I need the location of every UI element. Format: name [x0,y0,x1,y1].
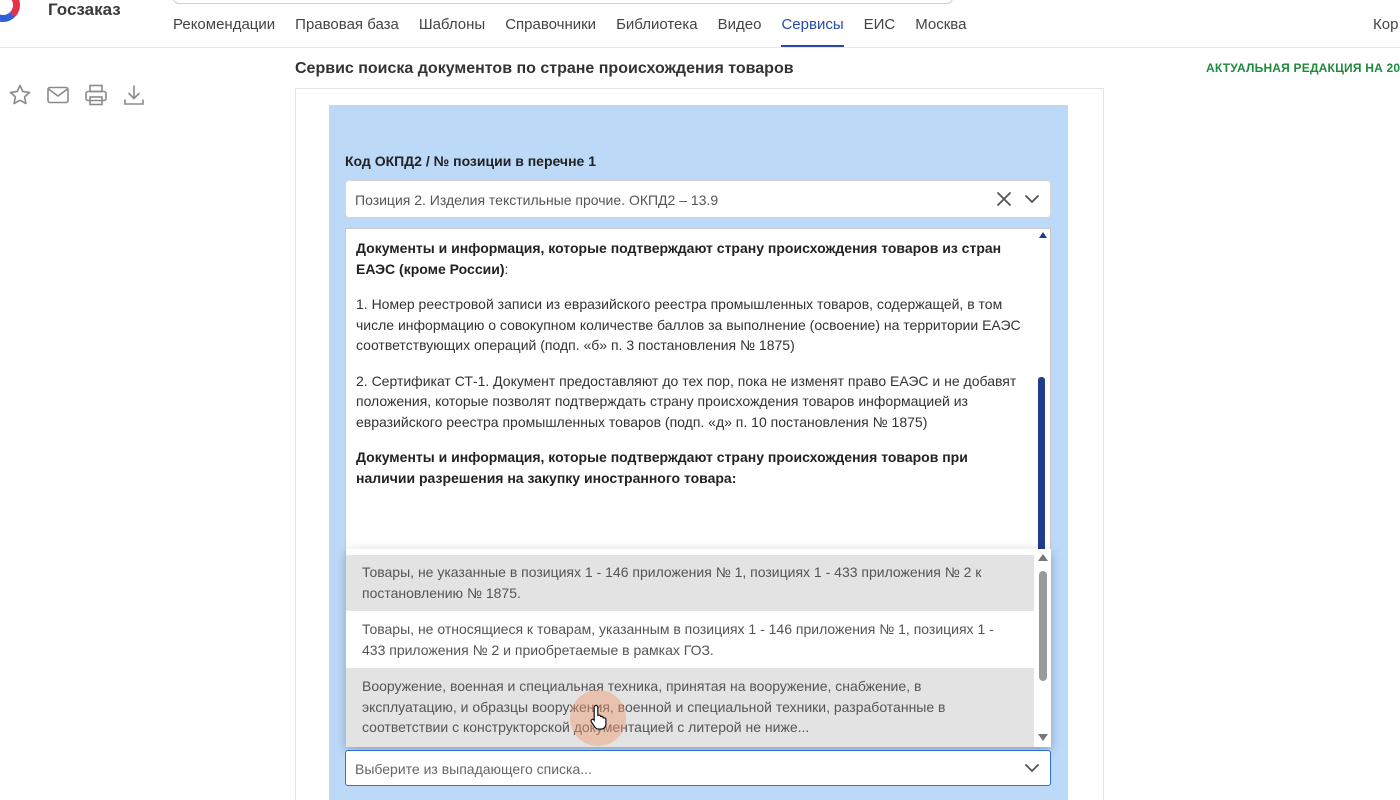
info-heading-foreign: Документы и информация, которые подтверж… [356,449,968,486]
category-select[interactable]: Выберите из выпадающего списка... [345,750,1051,786]
okpd2-select[interactable]: Позиция 2. Изделия текстильные прочие. О… [345,180,1051,218]
scroll-down-arrow-icon[interactable] [1038,734,1048,741]
nav-item-library[interactable]: Библиотека [616,16,698,47]
mail-icon[interactable] [46,83,70,107]
main-nav: Рекомендации Правовая база Шаблоны Справ… [173,16,966,47]
hand-pointer-icon [590,704,608,730]
scroll-up-arrow-icon[interactable] [1039,232,1047,238]
category-dropdown-list: Товары, не указанные в позициях 1 - 146 … [346,549,1051,747]
nav-item-templates[interactable]: Шаблоны [419,16,485,47]
info-item-1: 1. Номер реестровой записи из евразийско… [356,296,1021,353]
logo-text: Госзаказ [48,0,121,19]
dropdown-option[interactable]: Вооружение, военная и специальная техник… [346,668,1034,747]
info-heading-eaeu: Документы и информация, которые подтверж… [356,240,1002,277]
document-toolbar [8,83,146,107]
scroll-up-arrow-icon[interactable] [1038,554,1048,561]
info-heading-eaeu-colon: : [504,260,509,277]
nav-item-reference[interactable]: Справочники [505,16,596,47]
chevron-down-icon[interactable] [1022,758,1042,778]
nav-item-cut-off[interactable]: Кор [1373,16,1398,33]
documents-info-text: Документы и информация, которые подтверж… [356,238,1028,503]
info-scrollbar-thumb[interactable] [1038,377,1045,557]
download-icon[interactable] [122,83,146,107]
dropdown-scrollbar-thumb[interactable] [1039,571,1047,681]
clear-icon[interactable] [994,189,1014,209]
nav-item-services[interactable]: Сервисы [781,16,844,47]
okpd2-field-label: Код ОКПД2 / № позиции в перечне 1 [345,153,596,169]
category-select-placeholder: Выберите из выпадающего списка... [355,761,592,777]
nav-item-moscow[interactable]: Москва [915,16,966,47]
nav-item-video[interactable]: Видео [718,16,762,47]
logo-mark-icon [0,0,20,22]
dropdown-option[interactable]: Товары, не относящиеся к товарам, указан… [346,611,1034,668]
star-icon[interactable] [8,83,32,107]
chevron-down-icon[interactable] [1022,189,1042,209]
info-item-2: 2. Сертификат СТ-1. Документ предоставля… [356,372,1017,430]
page-title: Сервис поиска документов по стране проис… [295,60,794,77]
documents-info-box[interactable]: Документы и информация, которые подтверж… [345,228,1051,558]
okpd2-select-value: Позиция 2. Изделия текстильные прочие. О… [355,192,719,208]
edition-badge: АКТУАЛЬНАЯ РЕДАКЦИЯ НА 20 [1206,61,1400,75]
print-icon[interactable] [84,83,108,107]
nav-item-eis[interactable]: ЕИС [864,16,896,47]
search-box[interactable] [173,0,953,4]
logo[interactable]: Госзаказ [0,0,140,28]
dropdown-option[interactable]: Товары, не указанные в позициях 1 - 146 … [346,555,1034,611]
nav-item-recommendations[interactable]: Рекомендации [173,16,275,47]
nav-item-legal-base[interactable]: Правовая база [295,16,399,47]
top-header: Госзаказ Рекомендации Правовая база Шабл… [0,0,1400,48]
